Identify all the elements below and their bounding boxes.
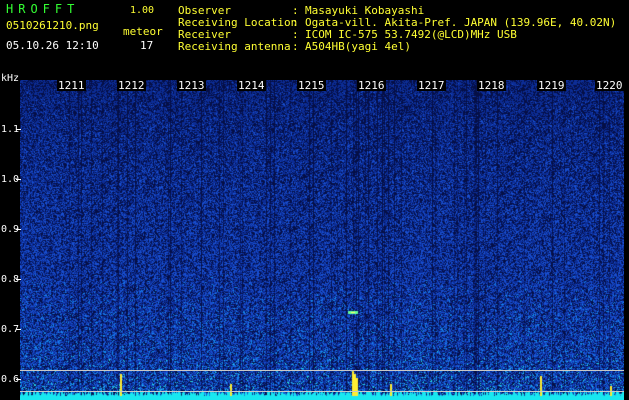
time-label-1216: 1216	[357, 79, 386, 92]
time-label-1214: 1214	[237, 79, 266, 92]
time-label-1211: 1211	[57, 79, 86, 92]
time-label-1215: 1215	[297, 79, 326, 92]
frequency-unit-label: kHz	[1, 73, 20, 84]
ytick-mark	[16, 279, 21, 280]
time-label-1217: 1217	[417, 79, 446, 92]
event-type-label: meteor	[123, 25, 163, 38]
app-version: 1.00	[130, 5, 155, 16]
time-label-1218: 1218	[477, 79, 506, 92]
app-brand: HROFFT 1.00	[6, 2, 154, 16]
event-count: 17	[140, 39, 154, 52]
capture-datetime: 05.10.26 12:10	[6, 39, 99, 52]
time-label-1219: 1219	[537, 79, 566, 92]
ytick-mark	[16, 129, 21, 130]
hrofft-window: HROFFT 1.00 0510261210.png 05.10.26 12:1…	[0, 0, 629, 400]
time-label-1212: 1212	[117, 79, 146, 92]
spectrogram-canvas	[20, 80, 624, 400]
reference-line-lower	[20, 391, 624, 392]
image-filename: 0510261210.png	[6, 19, 99, 32]
time-label-1220: 1220	[595, 79, 624, 92]
ytick-mark	[16, 179, 21, 180]
antenna-label: Receiving antenna	[178, 40, 291, 53]
time-label-1213: 1213	[177, 79, 206, 92]
antenna-colon: :	[292, 40, 299, 53]
ytick-mark	[16, 229, 21, 230]
reference-line-upper	[20, 370, 624, 371]
spectrogram-plot	[20, 80, 624, 400]
antenna-value: A504HB(yagi 4el)	[305, 40, 411, 53]
ytick-mark	[16, 329, 21, 330]
ytick-mark	[16, 379, 21, 380]
brand-name: HROFFT	[6, 2, 80, 16]
